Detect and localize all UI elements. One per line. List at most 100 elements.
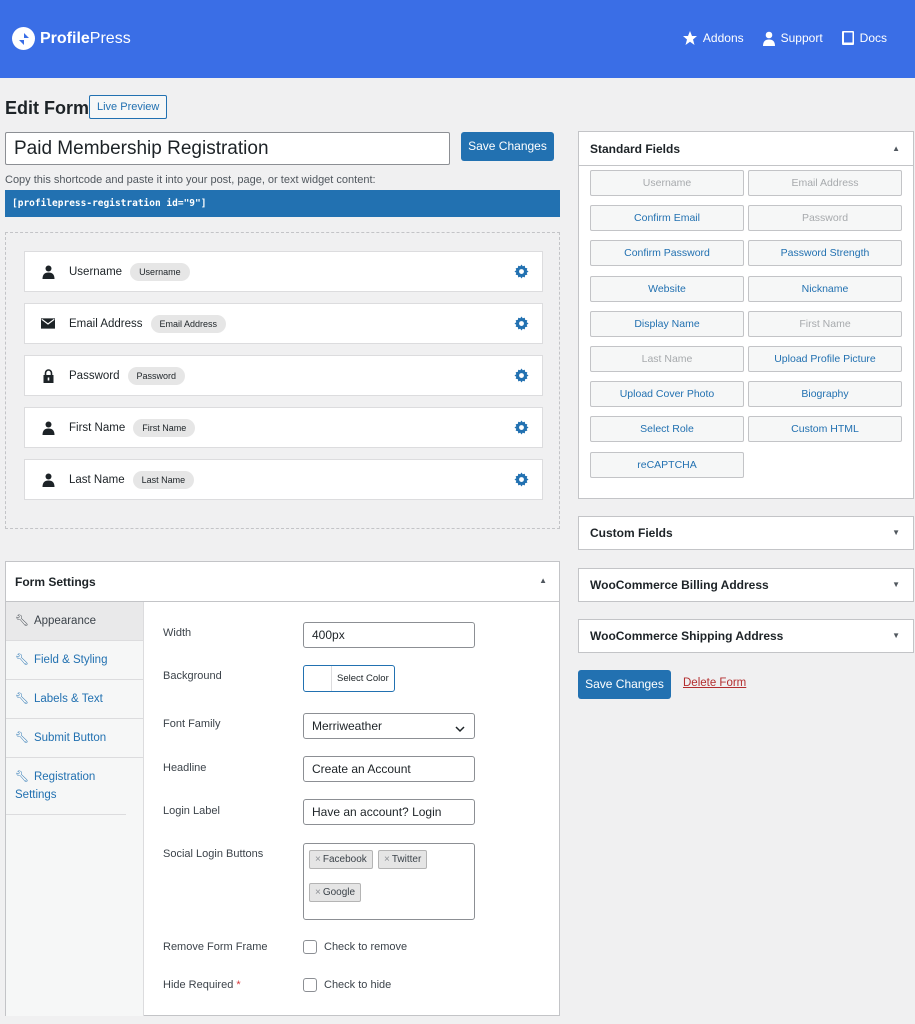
builder-field-username[interactable]: Username Username <box>24 251 543 292</box>
social-chip-twitter[interactable]: × Twitter <box>378 850 428 869</box>
builder-field-email[interactable]: Email Address Email Address <box>24 303 543 344</box>
form-title-input[interactable]: Paid Membership Registration <box>5 132 450 165</box>
standard-field-button[interactable]: Confirm Email <box>590 205 744 232</box>
woo-shipping-title: WooCommerce Shipping Address <box>590 629 784 643</box>
font-family-value: Merriweather <box>312 719 383 733</box>
caret-down-icon[interactable]: ▼ <box>892 517 900 549</box>
lock-icon <box>41 368 55 383</box>
shortcode-hint: Copy this shortcode and paste it into yo… <box>5 174 376 186</box>
standard-field-button[interactable]: Password <box>748 205 902 232</box>
standard-field-button[interactable]: Password Strength <box>748 240 902 267</box>
tab-label: Submit Button <box>33 732 107 744</box>
standard-field-button[interactable]: Confirm Password <box>590 240 744 267</box>
standard-field-button[interactable]: reCAPTCHA <box>590 451 744 478</box>
gear-icon[interactable] <box>514 368 529 388</box>
nav-addons[interactable]: Addons <box>682 30 744 46</box>
save-changes-button[interactable]: Save Changes <box>461 132 554 161</box>
tab-labels-text[interactable]: 🔧︎ Labels & Text <box>6 680 143 719</box>
headline-input[interactable]: Create an Account <box>303 756 475 782</box>
caret-up-icon[interactable]: ▲ <box>892 132 900 166</box>
social-chip-google[interactable]: × Google <box>309 883 362 902</box>
caret-down-icon[interactable]: ▼ <box>892 569 900 601</box>
tab-submit-button[interactable]: 🔧︎ Submit Button <box>6 719 143 758</box>
shortcode-box[interactable]: [profilepress-registration id="9"] <box>5 190 560 217</box>
standard-fields-header[interactable]: Standard Fields ▲ <box>579 132 913 166</box>
live-preview-button[interactable]: Live Preview <box>89 95 168 119</box>
logo-icon <box>12 27 35 50</box>
profilepress-logo[interactable]: Profile Press <box>12 27 131 50</box>
nav-support-label: Support <box>780 31 823 45</box>
checkbox[interactable] <box>303 940 317 954</box>
tab-appearance[interactable]: 🔧︎ Appearance <box>6 602 143 641</box>
brand-name-rest: Press <box>89 29 131 47</box>
standard-field-button[interactable]: Display Name <box>590 310 744 337</box>
standard-fields-title: Standard Fields <box>590 142 681 156</box>
wrench-icon: 🔧︎ <box>15 732 29 744</box>
builder-field-first-name[interactable]: First Name First Name <box>24 407 543 448</box>
login-label-label: Login Label <box>163 805 220 817</box>
nav-docs[interactable]: Docs <box>841 30 887 46</box>
remove-icon[interactable]: × <box>384 854 390 865</box>
gear-icon[interactable] <box>514 316 529 336</box>
field-label: Email Address <box>69 317 143 330</box>
standard-field-button[interactable]: First Name <box>748 310 902 337</box>
form-settings-header[interactable]: Form Settings ▲ <box>6 562 559 602</box>
form-settings-panel: Form Settings ▲ 🔧︎ Appearance 🔧︎ Field & S… <box>5 561 560 1016</box>
standard-fields-panel: Standard Fields ▲ Username Email Address C… <box>578 131 914 499</box>
form-builder-area[interactable]: Username Username Email Address Email Ad… <box>5 232 560 529</box>
remove-icon[interactable]: × <box>315 854 321 865</box>
standard-field-button[interactable]: Last Name <box>590 346 744 372</box>
standard-field-button[interactable]: Upload Cover Photo <box>590 381 744 408</box>
builder-field-last-name[interactable]: Last Name Last Name <box>24 459 543 500</box>
gear-icon[interactable] <box>514 264 529 284</box>
woo-billing-panel[interactable]: WooCommerce Billing Address ▼ <box>578 568 914 602</box>
hide-required-label: Hide Required * <box>163 979 241 991</box>
standard-field-button[interactable]: Custom HTML <box>748 416 902 443</box>
nav-addons-label: Addons <box>702 31 744 45</box>
standard-field-button[interactable]: Nickname <box>748 275 902 302</box>
settings-tabs: 🔧︎ Appearance 🔧︎ Field & Styling 🔧︎ Labels … <box>6 602 144 1016</box>
wrench-icon: 🔧︎ <box>15 693 29 705</box>
chip-label: Twitter <box>391 854 422 865</box>
remove-frame-checkbox[interactable]: Check to remove <box>303 940 407 954</box>
user-icon <box>41 421 55 435</box>
checkbox[interactable] <box>303 978 317 992</box>
standard-field-button[interactable]: Select Role <box>590 416 744 443</box>
width-input[interactable]: 400px <box>303 622 475 648</box>
save-changes-button-bottom[interactable]: Save Changes <box>578 670 671 699</box>
font-family-label: Font Family <box>163 718 221 730</box>
envelope-icon <box>41 318 55 329</box>
tab-registration-settings[interactable]: 🔧︎ Registration Settings <box>6 758 126 815</box>
star-icon <box>682 31 697 45</box>
login-label-input[interactable]: Have an account? Login <box>303 799 475 825</box>
standard-field-button[interactable]: Biography <box>748 381 902 408</box>
standard-field-button[interactable]: Email Address <box>748 170 902 196</box>
gear-icon[interactable] <box>514 420 529 440</box>
field-tag: Password <box>127 366 186 385</box>
social-login-multiselect[interactable]: × Facebook × Twitter × Google <box>303 843 475 920</box>
caret-down-icon[interactable]: ▼ <box>892 620 900 652</box>
custom-fields-panel[interactable]: Custom Fields ▼ <box>578 516 914 550</box>
remove-frame-label: Remove Form Frame <box>163 941 268 953</box>
standard-field-button[interactable]: Username <box>590 170 744 196</box>
delete-form-link[interactable]: Delete Form <box>683 677 746 689</box>
gear-icon[interactable] <box>514 472 529 492</box>
book-icon <box>841 31 854 45</box>
remove-icon[interactable]: × <box>315 887 321 898</box>
builder-field-password[interactable]: Password Password <box>24 355 543 396</box>
font-family-select[interactable]: Merriweather <box>303 713 475 739</box>
chevron-down-icon <box>454 719 466 743</box>
caret-up-icon[interactable]: ▲ <box>539 576 547 585</box>
standard-field-button[interactable]: Upload Profile Picture <box>748 346 902 372</box>
social-chip-facebook[interactable]: × Facebook <box>309 850 373 869</box>
nav-support[interactable]: Support <box>762 30 823 46</box>
standard-field-button[interactable]: Website <box>590 275 744 302</box>
field-tag: Last Name <box>132 470 195 489</box>
woo-shipping-panel[interactable]: WooCommerce Shipping Address ▼ <box>578 619 914 653</box>
select-color-button[interactable]: Select Color <box>303 665 395 692</box>
tab-label: Field & Styling <box>33 654 108 666</box>
tab-field-styling[interactable]: 🔧︎ Field & Styling <box>6 641 143 680</box>
hide-required-checkbox[interactable]: Check to hide <box>303 978 391 992</box>
field-tag: Email Address <box>150 314 227 333</box>
wrench-icon: 🔧︎ <box>15 771 29 783</box>
